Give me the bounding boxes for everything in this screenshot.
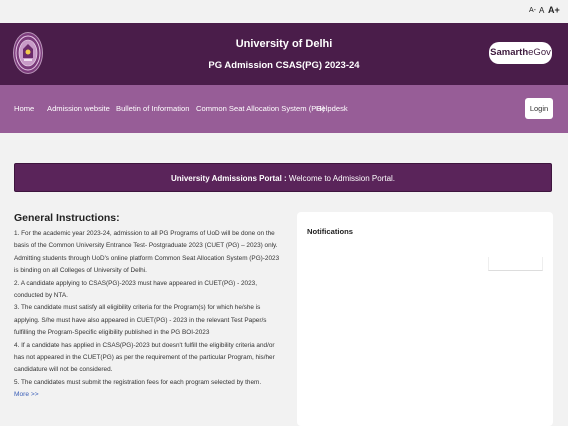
- increase-font-button[interactable]: A+: [548, 5, 560, 15]
- nav-item-csas-pg[interactable]: Common Seat Allocation System (PG): [196, 104, 325, 113]
- decrease-font-button[interactable]: A-: [529, 7, 536, 14]
- nav-item-helpdesk[interactable]: Helpdesk: [316, 104, 348, 113]
- login-button[interactable]: Login: [525, 98, 553, 119]
- instructions-heading: General Instructions:: [14, 212, 120, 224]
- list-item: 2. A candidate applying to CSAS(PG)-2023…: [14, 279, 257, 300]
- nav-item-home[interactable]: Home: [14, 104, 34, 113]
- brand-bold: Samarth: [490, 47, 529, 58]
- banner-bold: University Admissions Portal :: [170, 174, 287, 183]
- general-instructions: General Instructions: 1. For the academi…: [14, 212, 280, 401]
- more-link[interactable]: More >>: [14, 389, 280, 401]
- nav-item-admission-website[interactable]: Admission website: [47, 104, 110, 113]
- brand-light: eGov: [528, 47, 551, 58]
- banner-text: Welcome to Admission Portal.: [286, 174, 396, 183]
- header: University of Delhi PG Admission CSAS(PG…: [0, 23, 568, 85]
- list-item: 1. For the academic year 2023-24, admiss…: [14, 230, 280, 275]
- list-item: 3. The candidate must satisfy all eligib…: [14, 304, 267, 337]
- nav-item-bulletin[interactable]: Bulletin of Information: [116, 104, 189, 113]
- samarth-egov-logo: SamartheGov: [489, 42, 552, 64]
- notifications-title: Notifications: [307, 227, 353, 236]
- instructions-list: 1. For the academic year 2023-24, admiss…: [14, 228, 280, 389]
- list-item: 5. The candidates must submit the regist…: [14, 378, 262, 386]
- page-title: University of Delhi: [235, 38, 333, 50]
- list-item: 4. If a candidate has applied in CSAS(PG…: [14, 341, 275, 374]
- font-size-controls: A- A A+: [0, 0, 568, 23]
- page-subtitle: PG Admission CSAS(PG) 2023-24: [208, 60, 360, 71]
- main-nav: Home Admission website Bulletin of Infor…: [0, 85, 568, 133]
- notifications-scroll-box[interactable]: [488, 257, 543, 271]
- notifications-panel: Notifications: [297, 212, 553, 426]
- normal-font-button[interactable]: A: [539, 6, 544, 15]
- welcome-banner: University Admissions Portal : Welcome t…: [14, 163, 552, 192]
